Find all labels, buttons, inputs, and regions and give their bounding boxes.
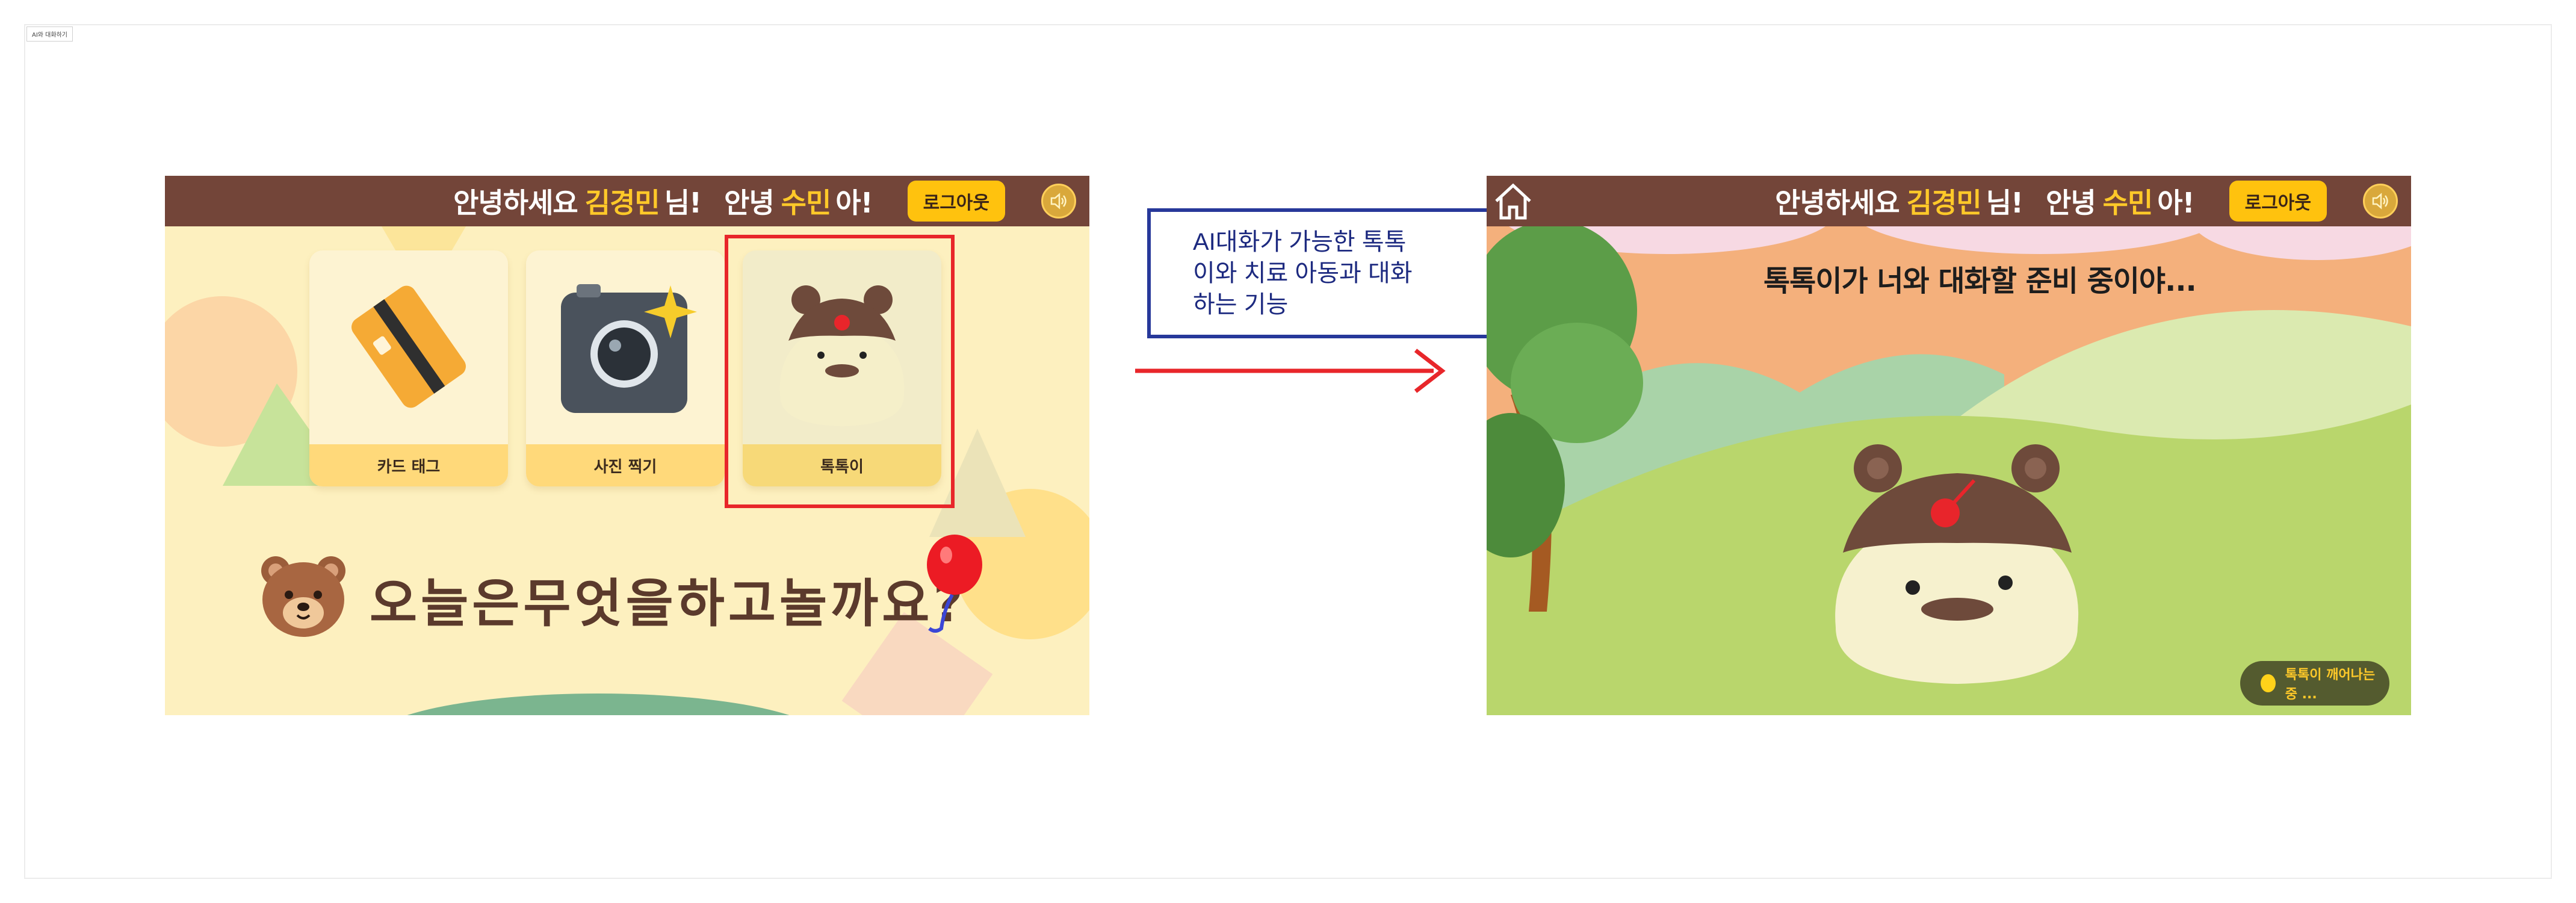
- child-name: 수민: [781, 187, 832, 219]
- child-hello: 안녕: [724, 187, 775, 219]
- parent-suffix: 님!: [664, 187, 702, 219]
- loading-dot-icon: [2261, 674, 2276, 692]
- home-icon[interactable]: [1491, 179, 1535, 223]
- loading-text: 톡톡이 깨어나는 중 ...: [2285, 668, 2376, 702]
- bear-icon: [261, 556, 345, 637]
- top-bar: 안녕하세요 김경민 님! 안녕 수민 아! 로그아웃: [165, 176, 1089, 226]
- speaker-icon: [2372, 193, 2388, 209]
- top-bar: 안녕하세요 김경민 님! 안녕 수민 아! 로그아웃: [1487, 176, 2411, 226]
- tokto-character-icon: [1835, 444, 2079, 684]
- child-name: 수민: [2102, 187, 2153, 219]
- parent-name: 김경민: [584, 187, 660, 219]
- card-label: 사진 찍기: [526, 444, 725, 486]
- child-suffix: 아!: [2157, 187, 2194, 219]
- greeting-hello: 안녕하세요: [453, 187, 578, 219]
- menu-card-photo[interactable]: 사진 찍기: [526, 250, 725, 486]
- child-hello: 안녕: [2046, 187, 2096, 219]
- ready-status-text: 톡톡이가 너와 대화할 준비 중이야...: [1763, 264, 2197, 298]
- sound-button[interactable]: [1041, 184, 1076, 219]
- annotation-line: AI대화가 가능한 톡톡: [1193, 229, 1407, 255]
- tree-icon: [1487, 226, 1643, 612]
- logout-button[interactable]: 로그아웃: [907, 181, 1005, 222]
- annotation-line: 하는 기능: [1193, 291, 1289, 318]
- greeting: 안녕하세요 김경민 님! 안녕 수민 아!: [453, 181, 873, 221]
- chat-screen: 안녕하세요 김경민 님! 안녕 수민 아! 로그아웃 톡톡이가 너와 대화할 준…: [1487, 176, 2411, 715]
- balloon-icon: [927, 535, 982, 633]
- card-icon: [351, 285, 466, 408]
- card-label: 카드 태그: [309, 444, 508, 486]
- menu-screen: 안녕하세요 김경민 님! 안녕 수민 아! 로그아웃 카드 태그 사진 찍기 톡…: [165, 176, 1089, 715]
- greeting: 안녕하세요 김경민 님! 안녕 수민 아!: [1775, 181, 2194, 221]
- menu-card-card-tag[interactable]: 카드 태그: [309, 250, 508, 486]
- annotation-line: 이와 치료 아동과 대화: [1193, 260, 1413, 287]
- parent-suffix: 님!: [1986, 187, 2023, 219]
- board-label: AI와 대화하기: [26, 26, 73, 42]
- bg-hill: [370, 694, 827, 715]
- loading-indicator: 톡톡이 깨어나는 중 ...: [2240, 661, 2389, 706]
- logout-button[interactable]: 로그아웃: [2229, 181, 2327, 222]
- annotation-box: AI대화가 가능한 톡톡 이와 치료 아동과 대화 하는 기능: [1147, 208, 1496, 338]
- flow-arrow-icon: [1135, 349, 1446, 393]
- question-text: 오늘은무엇을하고놀까요?: [370, 574, 967, 634]
- selection-highlight: [725, 235, 955, 508]
- speaker-icon: [1050, 193, 1067, 209]
- sound-button[interactable]: [2363, 184, 2398, 219]
- camera-icon: [561, 284, 697, 413]
- parent-name: 김경민: [1906, 187, 1982, 219]
- greeting-hello: 안녕하세요: [1775, 187, 1900, 219]
- child-suffix: 아!: [835, 187, 873, 219]
